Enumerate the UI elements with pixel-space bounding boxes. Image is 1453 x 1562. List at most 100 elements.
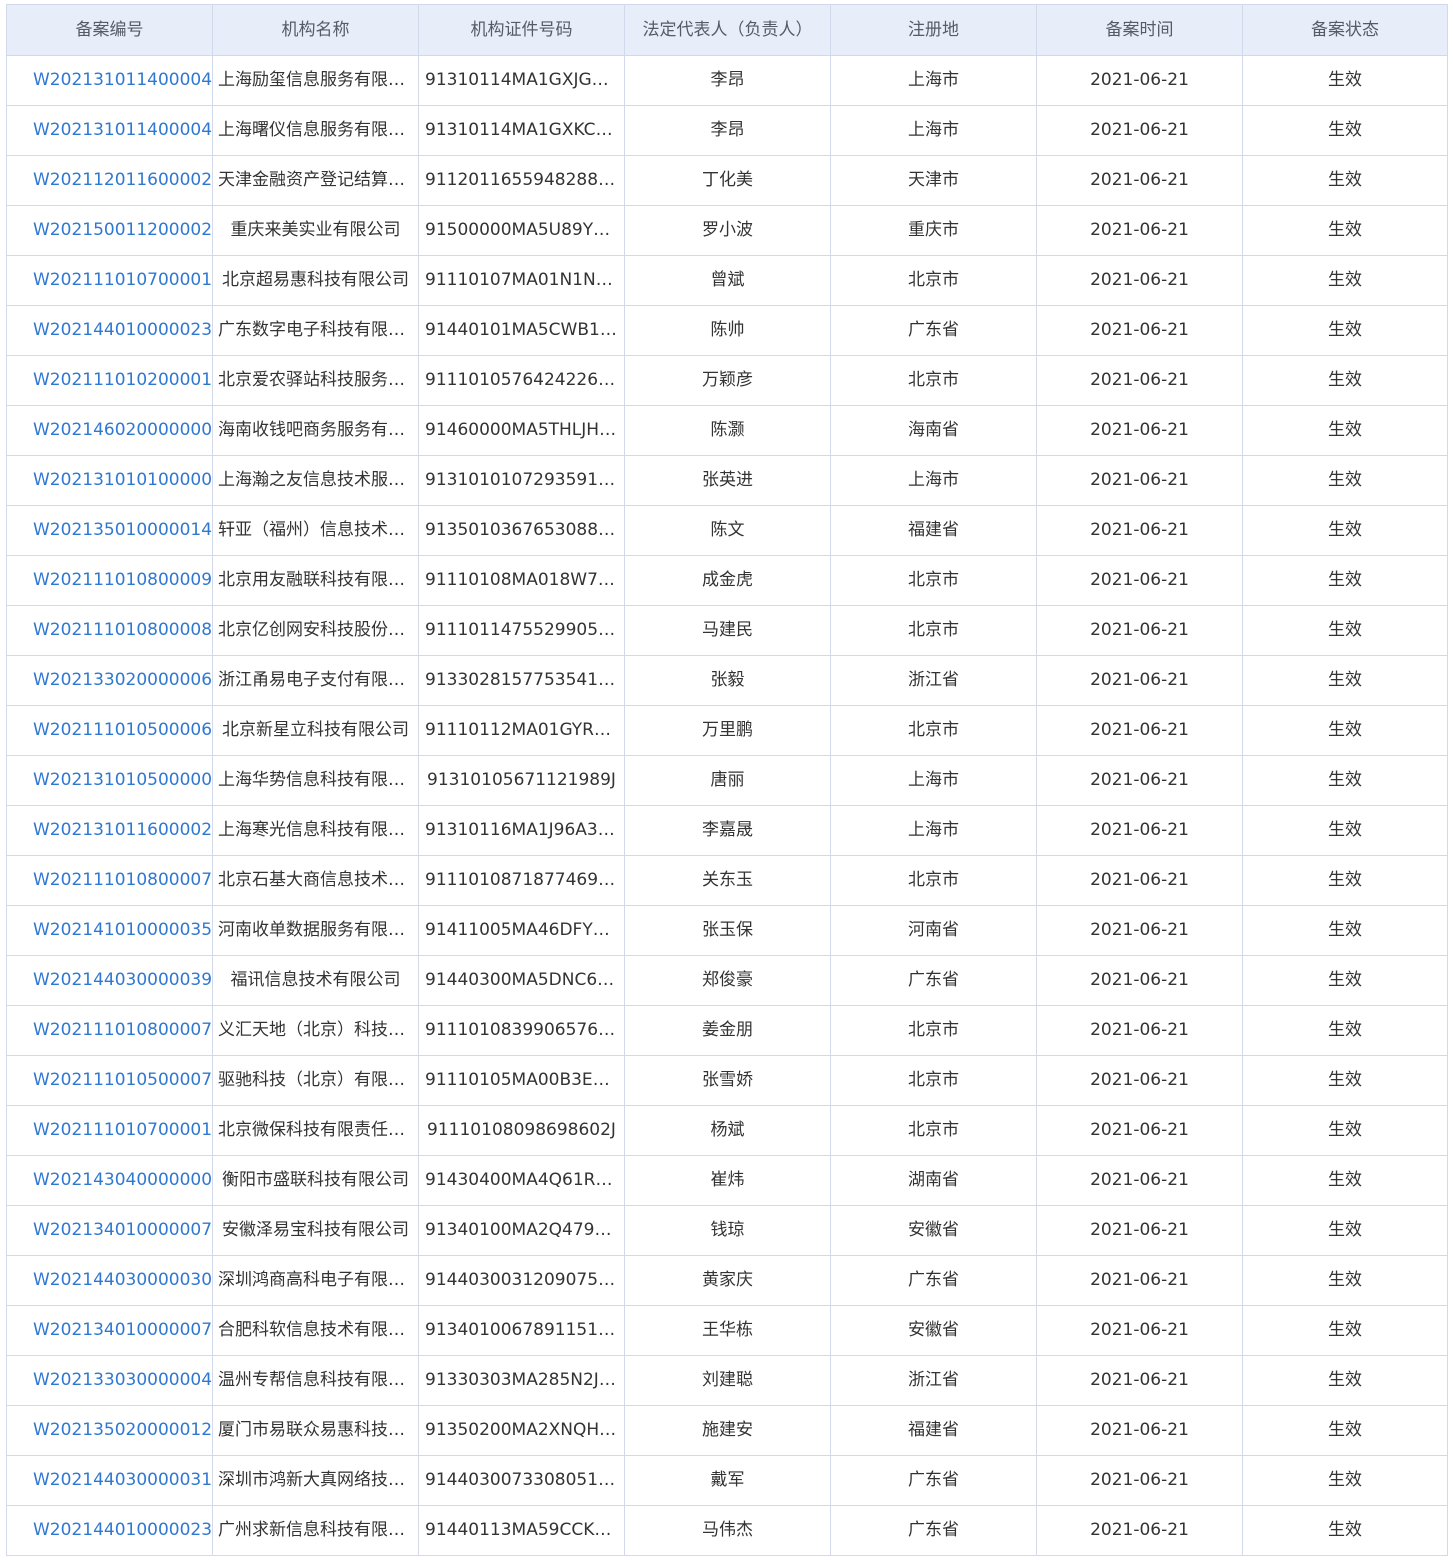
filing-number-cell: W2021110107000015: [6, 1105, 213, 1156]
registered-place-cell: 北京市: [830, 1055, 1037, 1106]
certificate-number-cell: 91310114MA1GXKCL00: [418, 105, 625, 156]
filing-number-link[interactable]: W2021460200000002: [33, 420, 212, 440]
table-row: W2021500112000022 重庆来美实业有限公司 91500000MA5U8…: [6, 205, 1448, 256]
filing-number-link[interactable]: W2021110105000078: [33, 1070, 212, 1090]
filing-number-link[interactable]: W2021340100000072: [33, 1220, 212, 1240]
certificate-number-cell: 91310105671121989J: [418, 755, 625, 806]
filing-number-link[interactable]: W2021310105000008: [33, 770, 212, 790]
table-row: W2021110107000015 北京微保科技有限责任公司 91110108098…: [6, 1105, 1448, 1156]
filing-number-link[interactable]: W2021110108000072: [33, 1020, 212, 1040]
filing-number-cell: W2021120116000023: [6, 155, 213, 206]
filing-number-cell: W2021440300000392: [6, 955, 213, 1006]
legal-representative-cell: 李昂: [624, 105, 831, 156]
registered-place-cell: 安徽省: [830, 1305, 1037, 1356]
table-row: W2021440300000317深圳市鸿新大真网络技术有限公司91440300…: [6, 1455, 1448, 1506]
certificate-number-cell: 91110108098698602J: [418, 1105, 625, 1156]
filing-number-link[interactable]: W2021310114000049: [33, 70, 212, 90]
legal-representative-cell: 陈文: [624, 505, 831, 556]
filing-date-cell: 2021-06-21: [1036, 855, 1243, 906]
filing-number-link[interactable]: W2021440100000235: [33, 320, 212, 340]
certificate-number-cell: 91500000MA5U89YG00: [418, 205, 625, 256]
filing-status-cell: 生效: [1242, 555, 1448, 606]
registered-place-cell: 广东省: [830, 305, 1037, 356]
filing-number-link[interactable]: W2021500112000022: [33, 220, 212, 240]
certificate-number-cell: 91411005MA46DFY800: [418, 905, 625, 956]
filing-number-link[interactable]: W2021110102000012: [33, 370, 212, 390]
certificate-number-cell: 91430400MA4Q61RL00: [418, 1155, 625, 1206]
filing-number-cell: W2021310114000049: [6, 55, 213, 106]
legal-representative-cell: 张玉保: [624, 905, 831, 956]
filing-number-link[interactable]: W2021440300000317: [33, 1470, 212, 1490]
filing-status-cell: 生效: [1242, 855, 1448, 906]
certificate-number-cell: 91310101072935913A: [418, 455, 625, 506]
registered-place-cell: 重庆市: [830, 205, 1037, 256]
filing-number-link[interactable]: W2021330200000060: [33, 670, 212, 690]
col-header-filing-status: 备案状态: [1242, 4, 1448, 56]
filing-number-link[interactable]: W2021350200000125: [33, 1420, 212, 1440]
certificate-number-cell: 911101147552990556: [418, 605, 625, 656]
col-header-filing-date: 备案时间: [1036, 4, 1243, 56]
registered-place-cell: 福建省: [830, 1405, 1037, 1456]
filing-number-link[interactable]: W2021350100000140: [33, 520, 212, 540]
filing-date-cell: 2021-06-21: [1036, 955, 1243, 1006]
registered-place-cell: 北京市: [830, 1105, 1037, 1156]
filing-status-cell: 生效: [1242, 505, 1448, 556]
filing-number-link[interactable]: W2021440100000234: [33, 1520, 212, 1540]
filing-status-cell: 生效: [1242, 155, 1448, 206]
registered-place-cell: 安徽省: [830, 1205, 1037, 1256]
registered-place-cell: 北京市: [830, 855, 1037, 906]
filing-number-link[interactable]: W2021110108000079: [33, 870, 212, 890]
certificate-number-cell: 91440113MA59CCK300: [418, 1505, 625, 1556]
institution-name-cell: 温州专帮信息科技有限公司: [212, 1355, 419, 1406]
filing-date-cell: 2021-06-21: [1036, 405, 1243, 456]
legal-representative-cell: 关东玉: [624, 855, 831, 906]
table-row: W2021350200000125厦门市易联众易惠科技有限公司91350200M…: [6, 1405, 1448, 1456]
filing-number-link[interactable]: W2021310114000048: [33, 120, 212, 140]
filing-table-container: 备案编号 机构名称 机构证件号码 法定代表人（负责人） 注册地 备案时间 备案状…: [6, 4, 1448, 1556]
filing-date-cell: 2021-06-21: [1036, 755, 1243, 806]
filing-number-link[interactable]: W2021430400000008: [33, 1170, 212, 1190]
table-row: W2021110108000079北京石基大商信息技术有限公司911101087…: [6, 855, 1448, 906]
filing-number-link[interactable]: W2021310116000029: [33, 820, 212, 840]
filing-status-cell: 生效: [1242, 805, 1448, 856]
filing-number-link[interactable]: W2021310101000007: [33, 470, 212, 490]
registered-place-cell: 上海市: [830, 105, 1037, 156]
filing-date-cell: 2021-06-21: [1036, 555, 1243, 606]
filing-number-link[interactable]: W2021440300000309: [33, 1270, 212, 1290]
table-row: W2021110105000068 北京新星立科技有限公司 91110112MA01…: [6, 705, 1448, 756]
certificate-number-cell: 91350200MA2XNQH000: [418, 1405, 625, 1456]
filing-number-link[interactable]: W2021110105000068: [33, 720, 212, 740]
table-row: W2021110108000080北京亿创网安科技股份有限公司911101147…: [6, 605, 1448, 656]
filing-number-link[interactable]: W2021110107000019: [33, 270, 212, 290]
legal-representative-cell: 罗小波: [624, 205, 831, 256]
legal-representative-cell: 钱琼: [624, 1205, 831, 1256]
filing-number-link[interactable]: W2021330300000048: [33, 1370, 212, 1390]
institution-name-cell: 海南收钱吧商务服务有限公司: [212, 405, 419, 456]
table-row: W2021440100000235 广东数字电子科技有限公司 91440101MA5…: [6, 305, 1448, 356]
certificate-number-cell: 91330281577535413L: [418, 655, 625, 706]
filing-number-link[interactable]: W2021410100000351: [33, 920, 212, 940]
filing-date-cell: 2021-06-21: [1036, 1205, 1243, 1256]
filing-number-link[interactable]: W2021110108000090: [33, 570, 212, 590]
legal-representative-cell: 杨斌: [624, 1105, 831, 1156]
certificate-number-cell: 91310116MA1J96A300: [418, 805, 625, 856]
filing-number-cell: W2021310101000007: [6, 455, 213, 506]
filing-status-cell: 生效: [1242, 405, 1448, 456]
filing-number-cell: W2021460200000002: [6, 405, 213, 456]
legal-representative-cell: 张英进: [624, 455, 831, 506]
filing-number-link[interactable]: W2021440300000392: [33, 970, 212, 990]
filing-number-link[interactable]: W2021110107000015: [33, 1120, 212, 1140]
col-header-registered-place: 注册地: [830, 4, 1037, 56]
filing-status-cell: 生效: [1242, 655, 1448, 706]
registered-place-cell: 北京市: [830, 1005, 1037, 1056]
legal-representative-cell: 唐丽: [624, 755, 831, 806]
table-row: W2021350100000140轩亚（福州）信息技术有限公司913501036…: [6, 505, 1448, 556]
filing-status-cell: 生效: [1242, 1155, 1448, 1206]
filing-status-cell: 生效: [1242, 755, 1448, 806]
certificate-number-cell: 91110112MA01GYR000: [418, 705, 625, 756]
filing-date-cell: 2021-06-21: [1036, 105, 1243, 156]
filing-number-cell: W2021350200000125: [6, 1405, 213, 1456]
filing-number-link[interactable]: W2021120116000023: [33, 170, 212, 190]
filing-number-link[interactable]: W2021340100000078: [33, 1320, 212, 1340]
filing-number-link[interactable]: W2021110108000080: [33, 620, 212, 640]
